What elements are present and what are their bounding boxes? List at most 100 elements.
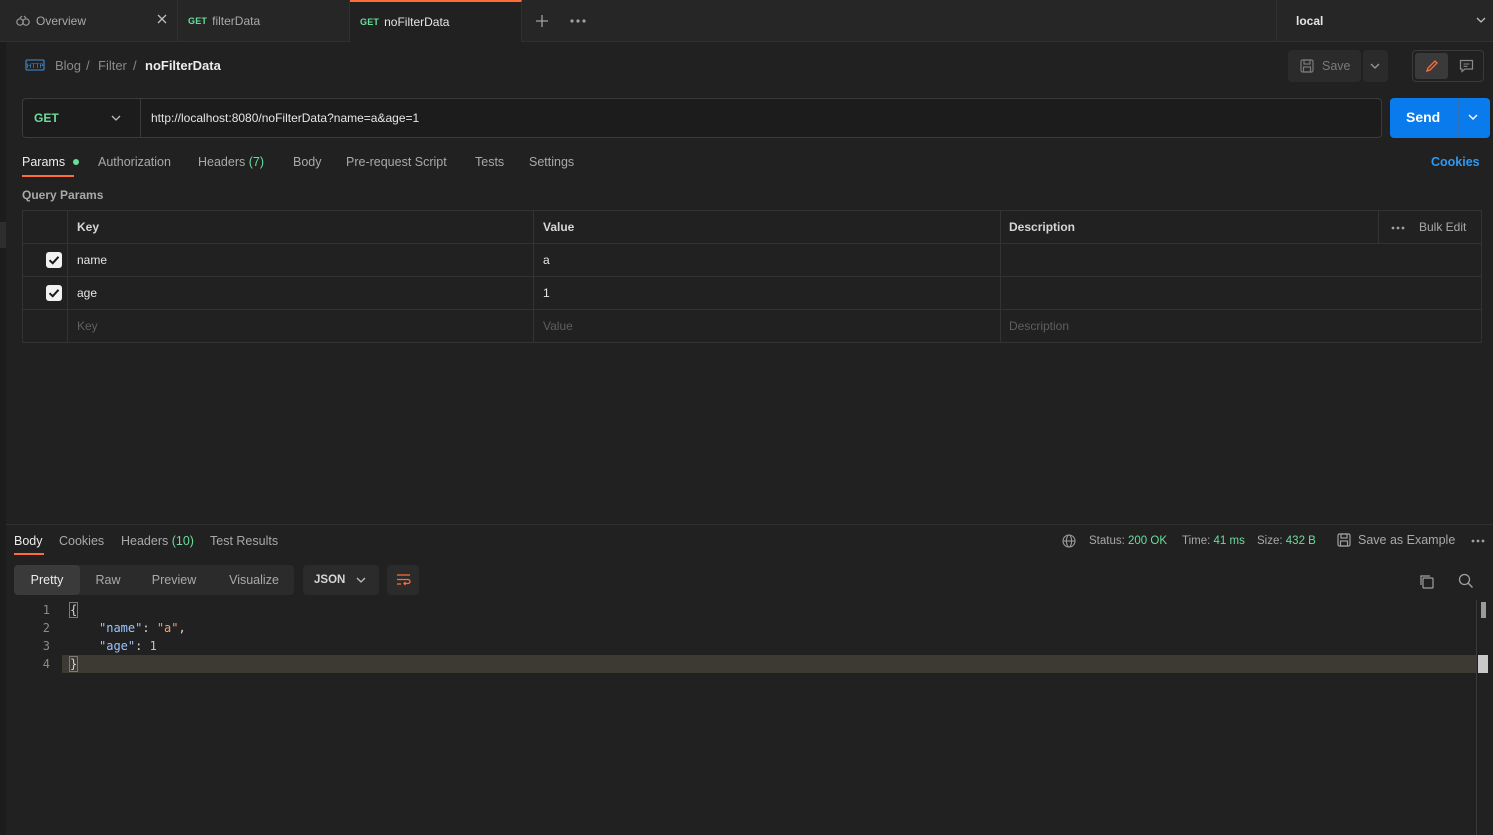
active-tab-indicator xyxy=(14,553,44,555)
view-raw[interactable]: Raw xyxy=(86,565,130,595)
response-tab-cookies[interactable]: Cookies xyxy=(59,534,104,548)
line-number: 2 xyxy=(42,621,50,635)
chevron-down-icon xyxy=(1370,63,1380,70)
size-readout: Size: 432 B xyxy=(1257,535,1316,547)
view-visualize[interactable]: Visualize xyxy=(220,565,288,595)
param-key[interactable]: name xyxy=(77,244,107,276)
more-tabs-icon[interactable] xyxy=(570,19,586,23)
wrap-lines-button[interactable] xyxy=(387,565,419,595)
tab-pre-request-script[interactable]: Pre-request Script xyxy=(346,155,447,169)
tab-headers[interactable]: Headers (7) xyxy=(198,155,264,169)
method-select[interactable]: GET xyxy=(23,99,141,137)
time-value: 41 ms xyxy=(1213,535,1245,547)
send-button[interactable]: Send xyxy=(1390,98,1490,138)
overview-icon xyxy=(16,15,30,27)
json-value: 1 xyxy=(149,639,157,653)
row-checkbox[interactable] xyxy=(46,285,62,301)
response-tab-headers[interactable]: Headers (10) xyxy=(121,534,194,548)
format-select[interactable]: JSON xyxy=(303,565,379,595)
tab-settings[interactable]: Settings xyxy=(529,155,574,169)
save-icon xyxy=(1337,533,1351,547)
tab-label: Params xyxy=(22,155,66,169)
save-button[interactable]: Save xyxy=(1288,50,1361,82)
bulk-edit-link[interactable]: Bulk Edit xyxy=(1419,211,1466,243)
code-line[interactable]: "age": 1 xyxy=(99,639,157,653)
row-checkbox[interactable] xyxy=(46,252,62,268)
active-tab-indicator xyxy=(22,175,74,177)
tab-label: Overview xyxy=(36,14,87,28)
line-number: 3 xyxy=(42,639,50,653)
section-title: Query Params xyxy=(22,188,104,202)
new-tab-icon[interactable] xyxy=(535,14,549,28)
tab-label: noFilterData xyxy=(384,15,450,29)
scrollbar-thumb[interactable] xyxy=(1481,602,1486,618)
environment-selector[interactable]: local xyxy=(1276,0,1493,42)
check-icon xyxy=(48,256,60,265)
params-active-dot xyxy=(72,158,79,165)
header-value: Value xyxy=(543,220,575,234)
line-number: 4 xyxy=(42,657,50,671)
view-toggle xyxy=(1412,50,1484,82)
response-view-group: Pretty Raw Preview Visualize xyxy=(14,565,294,595)
key-placeholder[interactable]: Key xyxy=(77,310,98,342)
tab-params[interactable]: Params xyxy=(22,155,79,169)
chevron-down-icon xyxy=(111,115,121,122)
status-label: Status: xyxy=(1089,535,1125,547)
tab-tests[interactable]: Tests xyxy=(475,155,504,169)
value-placeholder[interactable]: Value xyxy=(543,310,573,342)
params-table: Key Value Description Bulk Edit name a a… xyxy=(22,210,1482,343)
description-placeholder[interactable]: Description xyxy=(1009,310,1069,342)
tab-authorization[interactable]: Authorization xyxy=(98,155,171,169)
url-input[interactable]: http://localhost:8080/noFilterData?name=… xyxy=(151,99,419,137)
code-close-brace[interactable]: } xyxy=(68,656,79,672)
tab-body[interactable]: Body xyxy=(293,155,322,169)
save-as-example-button[interactable]: Save as Example xyxy=(1337,533,1455,547)
http-icon: HTTP xyxy=(25,56,45,74)
sidebar-handle[interactable] xyxy=(0,222,6,248)
pane-divider[interactable] xyxy=(6,524,1493,525)
breadcrumb-blog[interactable]: Blog xyxy=(55,58,81,73)
comments-button[interactable] xyxy=(1450,53,1483,79)
tab-nofilterdata[interactable]: GET noFilterData xyxy=(350,0,522,42)
status-value: 200 OK xyxy=(1128,535,1168,547)
response-tab-body[interactable]: Body xyxy=(14,534,43,548)
code-open-brace[interactable]: { xyxy=(68,602,79,618)
headers-count: (7) xyxy=(248,155,265,169)
tab-bar: Overview GET filterData GET noFilterData… xyxy=(0,0,1493,42)
code-line[interactable]: "name": "a", xyxy=(99,621,186,635)
param-key[interactable]: age xyxy=(77,277,97,309)
globe-icon[interactable] xyxy=(1062,534,1076,548)
headers-count: (10) xyxy=(171,534,194,548)
json-key: "name" xyxy=(99,621,143,635)
tab-overview[interactable]: Overview xyxy=(6,0,178,42)
copy-icon[interactable] xyxy=(1419,574,1434,589)
response-tab-test-results[interactable]: Test Results xyxy=(210,534,278,548)
tab-label: Headers xyxy=(121,534,169,548)
breadcrumb-filter[interactable]: Filter xyxy=(98,58,127,73)
param-value[interactable]: 1 xyxy=(543,277,550,309)
send-label: Send xyxy=(1406,109,1441,125)
more-options-icon[interactable] xyxy=(1471,539,1485,543)
close-icon[interactable] xyxy=(157,14,167,24)
environment-label: local xyxy=(1296,14,1324,28)
url-bar: GET http://localhost:8080/noFilterData?n… xyxy=(22,98,1382,138)
time-readout: Time: 41 ms xyxy=(1182,535,1245,547)
view-pretty[interactable]: Pretty xyxy=(14,565,80,595)
json-colon: : xyxy=(135,639,150,653)
scrollbar-track xyxy=(1476,600,1477,835)
more-options-icon[interactable] xyxy=(1391,226,1405,230)
wrap-lines-icon xyxy=(396,573,411,587)
method-value: GET xyxy=(34,111,59,125)
chevron-down-icon[interactable] xyxy=(1468,114,1478,121)
tab-filterdata[interactable]: GET filterData xyxy=(178,0,350,42)
view-preview[interactable]: Preview xyxy=(144,565,204,595)
json-colon: : xyxy=(142,621,157,635)
table-row-new: Key Value Description xyxy=(23,309,1481,342)
param-value[interactable]: a xyxy=(543,244,550,276)
save-as-example-label: Save as Example xyxy=(1358,533,1456,547)
edit-mode-button[interactable] xyxy=(1415,53,1448,79)
cookies-link[interactable]: Cookies xyxy=(1431,155,1480,169)
svg-text:HTTP: HTTP xyxy=(27,62,44,70)
search-icon[interactable] xyxy=(1458,573,1474,589)
save-options-button[interactable] xyxy=(1363,50,1388,82)
